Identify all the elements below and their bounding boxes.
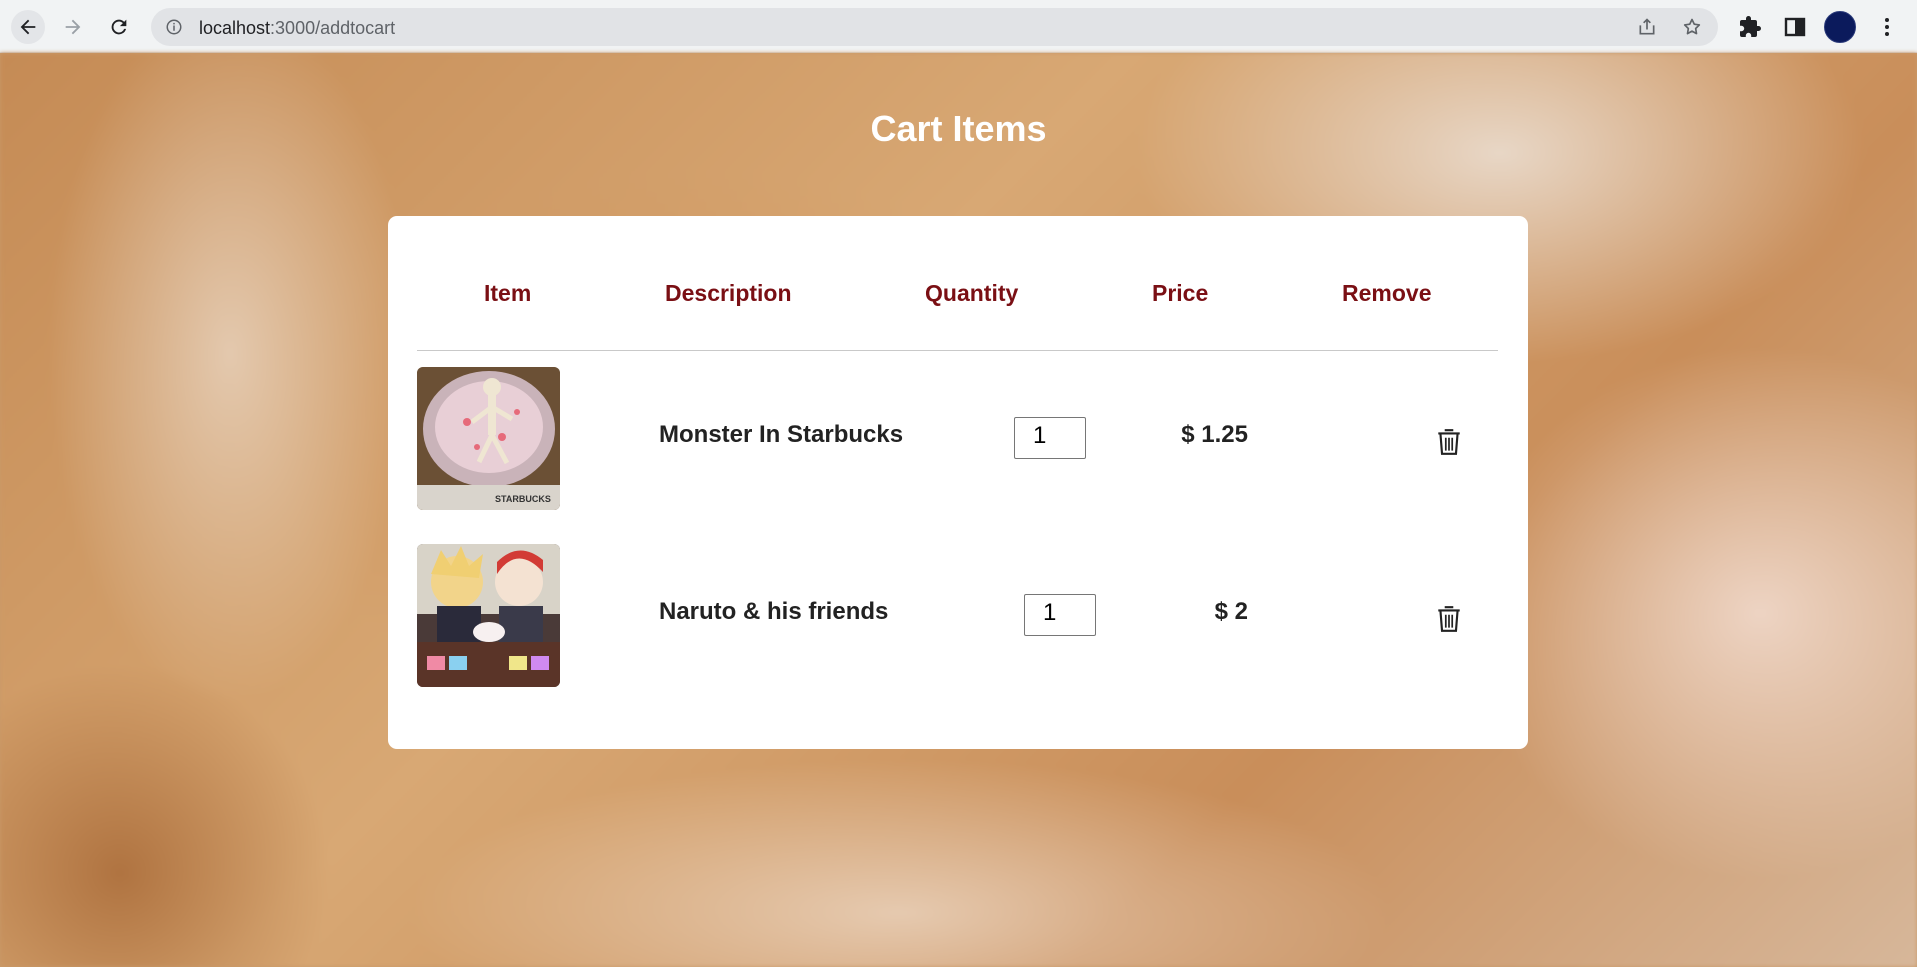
header-item: Item [484,280,532,306]
info-icon[interactable] [165,18,183,36]
star-icon[interactable] [1682,17,1702,37]
more-menu-icon[interactable] [1875,15,1899,39]
url-host: localhost [199,18,271,38]
extensions-icon[interactable] [1738,15,1762,39]
trash-icon[interactable] [1436,604,1462,634]
header-remove: Remove [1342,280,1432,306]
figurines-image [417,544,560,687]
forward-button[interactable] [56,10,90,44]
address-bar[interactable]: localhost:3000/addtocart [151,8,1718,46]
page-title: Cart Items [870,108,1047,149]
share-icon[interactable] [1637,17,1657,37]
address-url: localhost:3000/addtocart [199,18,395,39]
product-image-naruto [417,544,560,687]
reload-button[interactable] [102,10,136,44]
header-divider [417,350,1498,351]
trash-icon[interactable] [1436,427,1462,457]
cart-table: Item Description Quantity Price Remove S… [388,216,1528,749]
item-price: $ 2 [1214,598,1248,625]
header-price: Price [1152,280,1209,306]
back-button[interactable] [11,10,45,44]
item-price: $ 1.25 [1181,421,1248,448]
reload-icon [111,19,127,35]
browser-toolbar: localhost:3000/addtocart [0,0,1917,53]
skeleton-drink-image: STARBUCKS [417,367,560,510]
profile-avatar[interactable] [1824,11,1856,43]
table-row: STARBUCKS Monster In Starbucks 1 $ 1.25 [388,367,1528,510]
item-description: Monster In Starbucks [659,421,904,448]
starbucks-caption: STARBUCKS [495,494,551,504]
arrow-right-icon [65,19,81,35]
header-quantity: Quantity [925,280,1019,306]
arrow-left-icon [20,19,36,35]
product-image-monster: STARBUCKS [417,367,560,510]
url-path: :3000/addtocart [270,18,396,38]
header-description: Description [665,280,792,306]
item-description: Naruto & his friends [659,598,889,625]
table-row: Naruto & his friends 1 $ 2 [388,544,1528,687]
quantity-input[interactable]: 1 [1024,594,1096,636]
side-panel-icon[interactable] [1783,15,1807,39]
quantity-input[interactable]: 1 [1014,417,1086,459]
